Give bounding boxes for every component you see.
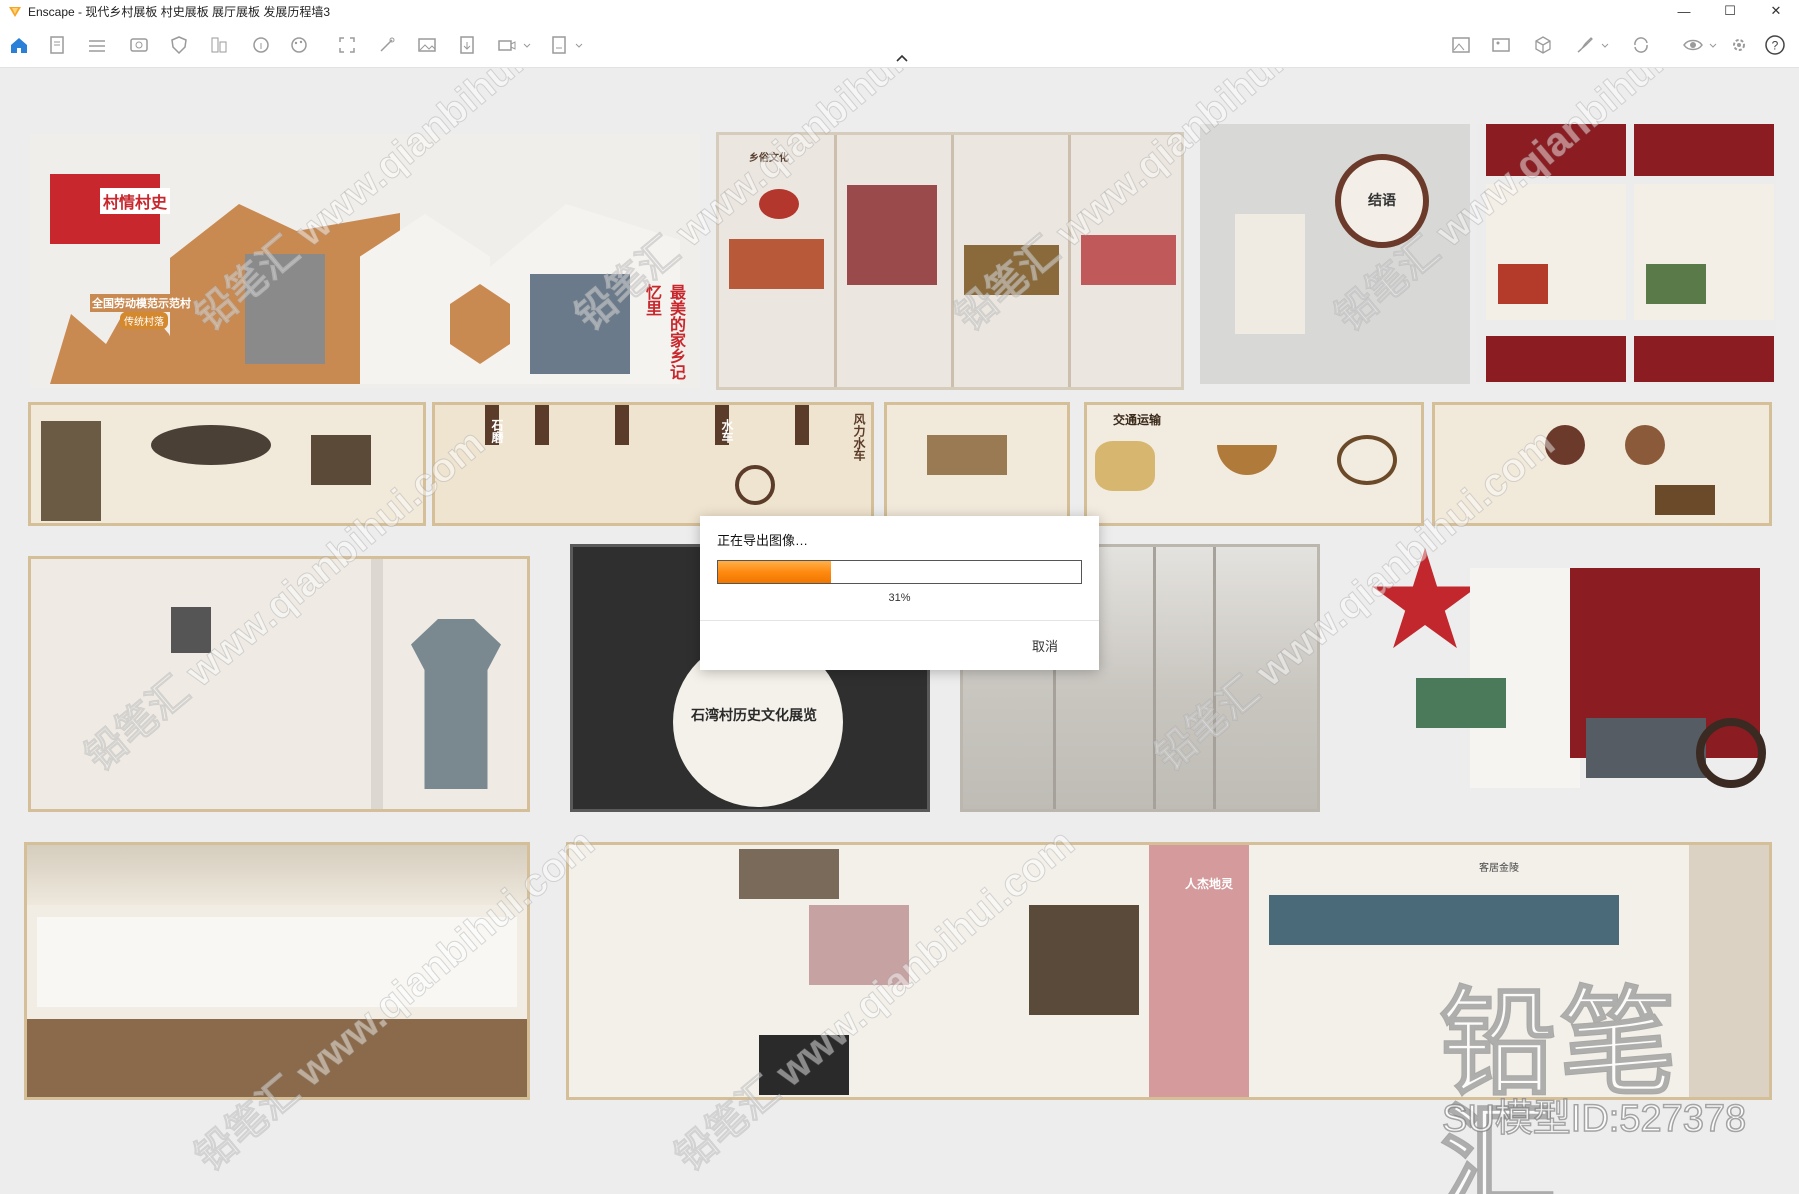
settings-icon[interactable] bbox=[84, 32, 110, 58]
title-bar: Enscape - 现代乡村展板 村史展板 展厅展板 发展历程墙3 — ☐ ✕ bbox=[0, 0, 1799, 22]
info-icon[interactable] bbox=[248, 32, 274, 58]
model-id-watermark: SU模型ID:527378 bbox=[1441, 1098, 1747, 1140]
landscape-icon[interactable] bbox=[1448, 32, 1474, 58]
dialog-title: 正在导出图像… bbox=[717, 533, 809, 548]
rural-history-subtitle: 全国劳动模范示范村 bbox=[90, 294, 193, 312]
enscape-logo-icon bbox=[9, 7, 21, 17]
progress-bar bbox=[717, 560, 1082, 584]
farming-tools-panel-2: 石磨 水车 风力水车 bbox=[432, 402, 874, 526]
visibility-icon[interactable] bbox=[1680, 32, 1706, 58]
dialog-divider bbox=[700, 620, 1099, 621]
new-icon[interactable] bbox=[44, 32, 70, 58]
rural-history-title: 村情村史 bbox=[100, 188, 171, 214]
video-icon[interactable] bbox=[494, 32, 520, 58]
export-icon[interactable] bbox=[454, 32, 480, 58]
folk-culture-panels: 乡俗文化 bbox=[716, 132, 1184, 390]
home-icon[interactable] bbox=[6, 32, 32, 58]
window-title: Enscape - 现代乡村展板 村史展板 展厅展板 发展历程墙3 bbox=[28, 4, 331, 19]
shield-icon[interactable] bbox=[166, 32, 192, 58]
residence-label: 客居金陵 bbox=[1479, 863, 1519, 874]
farming-tools-panel-1 bbox=[28, 402, 426, 526]
video-dropdown-icon[interactable] bbox=[522, 32, 532, 58]
panorama-dropdown-icon[interactable] bbox=[574, 32, 584, 58]
progress-percentage: 31% bbox=[888, 592, 911, 604]
export-progress-dialog: 正在导出图像… 31% 取消 bbox=[700, 516, 1099, 670]
conclusion-wall: 结语 bbox=[1200, 124, 1470, 384]
rural-history-wall: 村情村史 全国劳动模范示范村 传统村落 最美的家乡记忆里 bbox=[30, 134, 700, 388]
views-icon[interactable] bbox=[1488, 32, 1514, 58]
image-icon[interactable] bbox=[414, 32, 440, 58]
progress-fill bbox=[718, 561, 831, 583]
party-building-wall bbox=[1476, 124, 1776, 384]
history-scroll-panel bbox=[24, 842, 530, 1100]
transport-label: 交通运输 bbox=[1113, 413, 1162, 427]
brand-watermark: 铅笔汇 bbox=[1439, 978, 1680, 1194]
svg-text:?: ? bbox=[1772, 39, 1779, 53]
gear-icon[interactable] bbox=[1726, 32, 1752, 58]
conclusion-label: 结语 bbox=[1368, 193, 1396, 209]
palette-icon[interactable] bbox=[286, 32, 312, 58]
close-button[interactable]: ✕ bbox=[1753, 0, 1799, 22]
sync-icon[interactable] bbox=[1628, 32, 1654, 58]
brush-dropdown-icon[interactable] bbox=[1600, 32, 1610, 58]
party-history-wall bbox=[1366, 538, 1776, 818]
agri-tool-1: 石磨 bbox=[490, 419, 504, 443]
agri-tool-3: 风力水车 bbox=[852, 413, 866, 461]
transport-panel: 交通运输 bbox=[1084, 402, 1424, 526]
folk-culture-label: 乡俗文化 bbox=[749, 153, 789, 164]
screenshot-icon[interactable] bbox=[334, 32, 360, 58]
asset-icon[interactable] bbox=[206, 32, 232, 58]
cube-icon[interactable] bbox=[1530, 32, 1556, 58]
collapse-toolbar-icon[interactable] bbox=[890, 50, 914, 66]
hero-label: 人杰地灵 bbox=[1185, 877, 1234, 891]
mid-exhibition-title: 石湾村历史文化展览 bbox=[691, 708, 817, 724]
panorama-icon[interactable] bbox=[546, 32, 572, 58]
minimize-button[interactable]: — bbox=[1661, 0, 1707, 22]
residence-panel bbox=[28, 556, 530, 812]
render-icon[interactable] bbox=[374, 32, 400, 58]
capture-icon[interactable] bbox=[126, 32, 152, 58]
visibility-dropdown-icon[interactable] bbox=[1708, 32, 1718, 58]
rural-history-slogan: 最美的家乡记忆里 bbox=[643, 284, 686, 380]
brush-icon[interactable] bbox=[1572, 32, 1598, 58]
cancel-button[interactable]: 取消 bbox=[1032, 636, 1058, 655]
grain-storage-panel bbox=[884, 402, 1070, 526]
tools-panel-5 bbox=[1432, 402, 1772, 526]
help-button[interactable]: ? bbox=[1762, 32, 1788, 58]
maximize-button[interactable]: ☐ bbox=[1707, 0, 1753, 22]
agri-tool-2: 水车 bbox=[720, 419, 734, 443]
rural-history-tag: 传统村落 bbox=[120, 312, 168, 329]
